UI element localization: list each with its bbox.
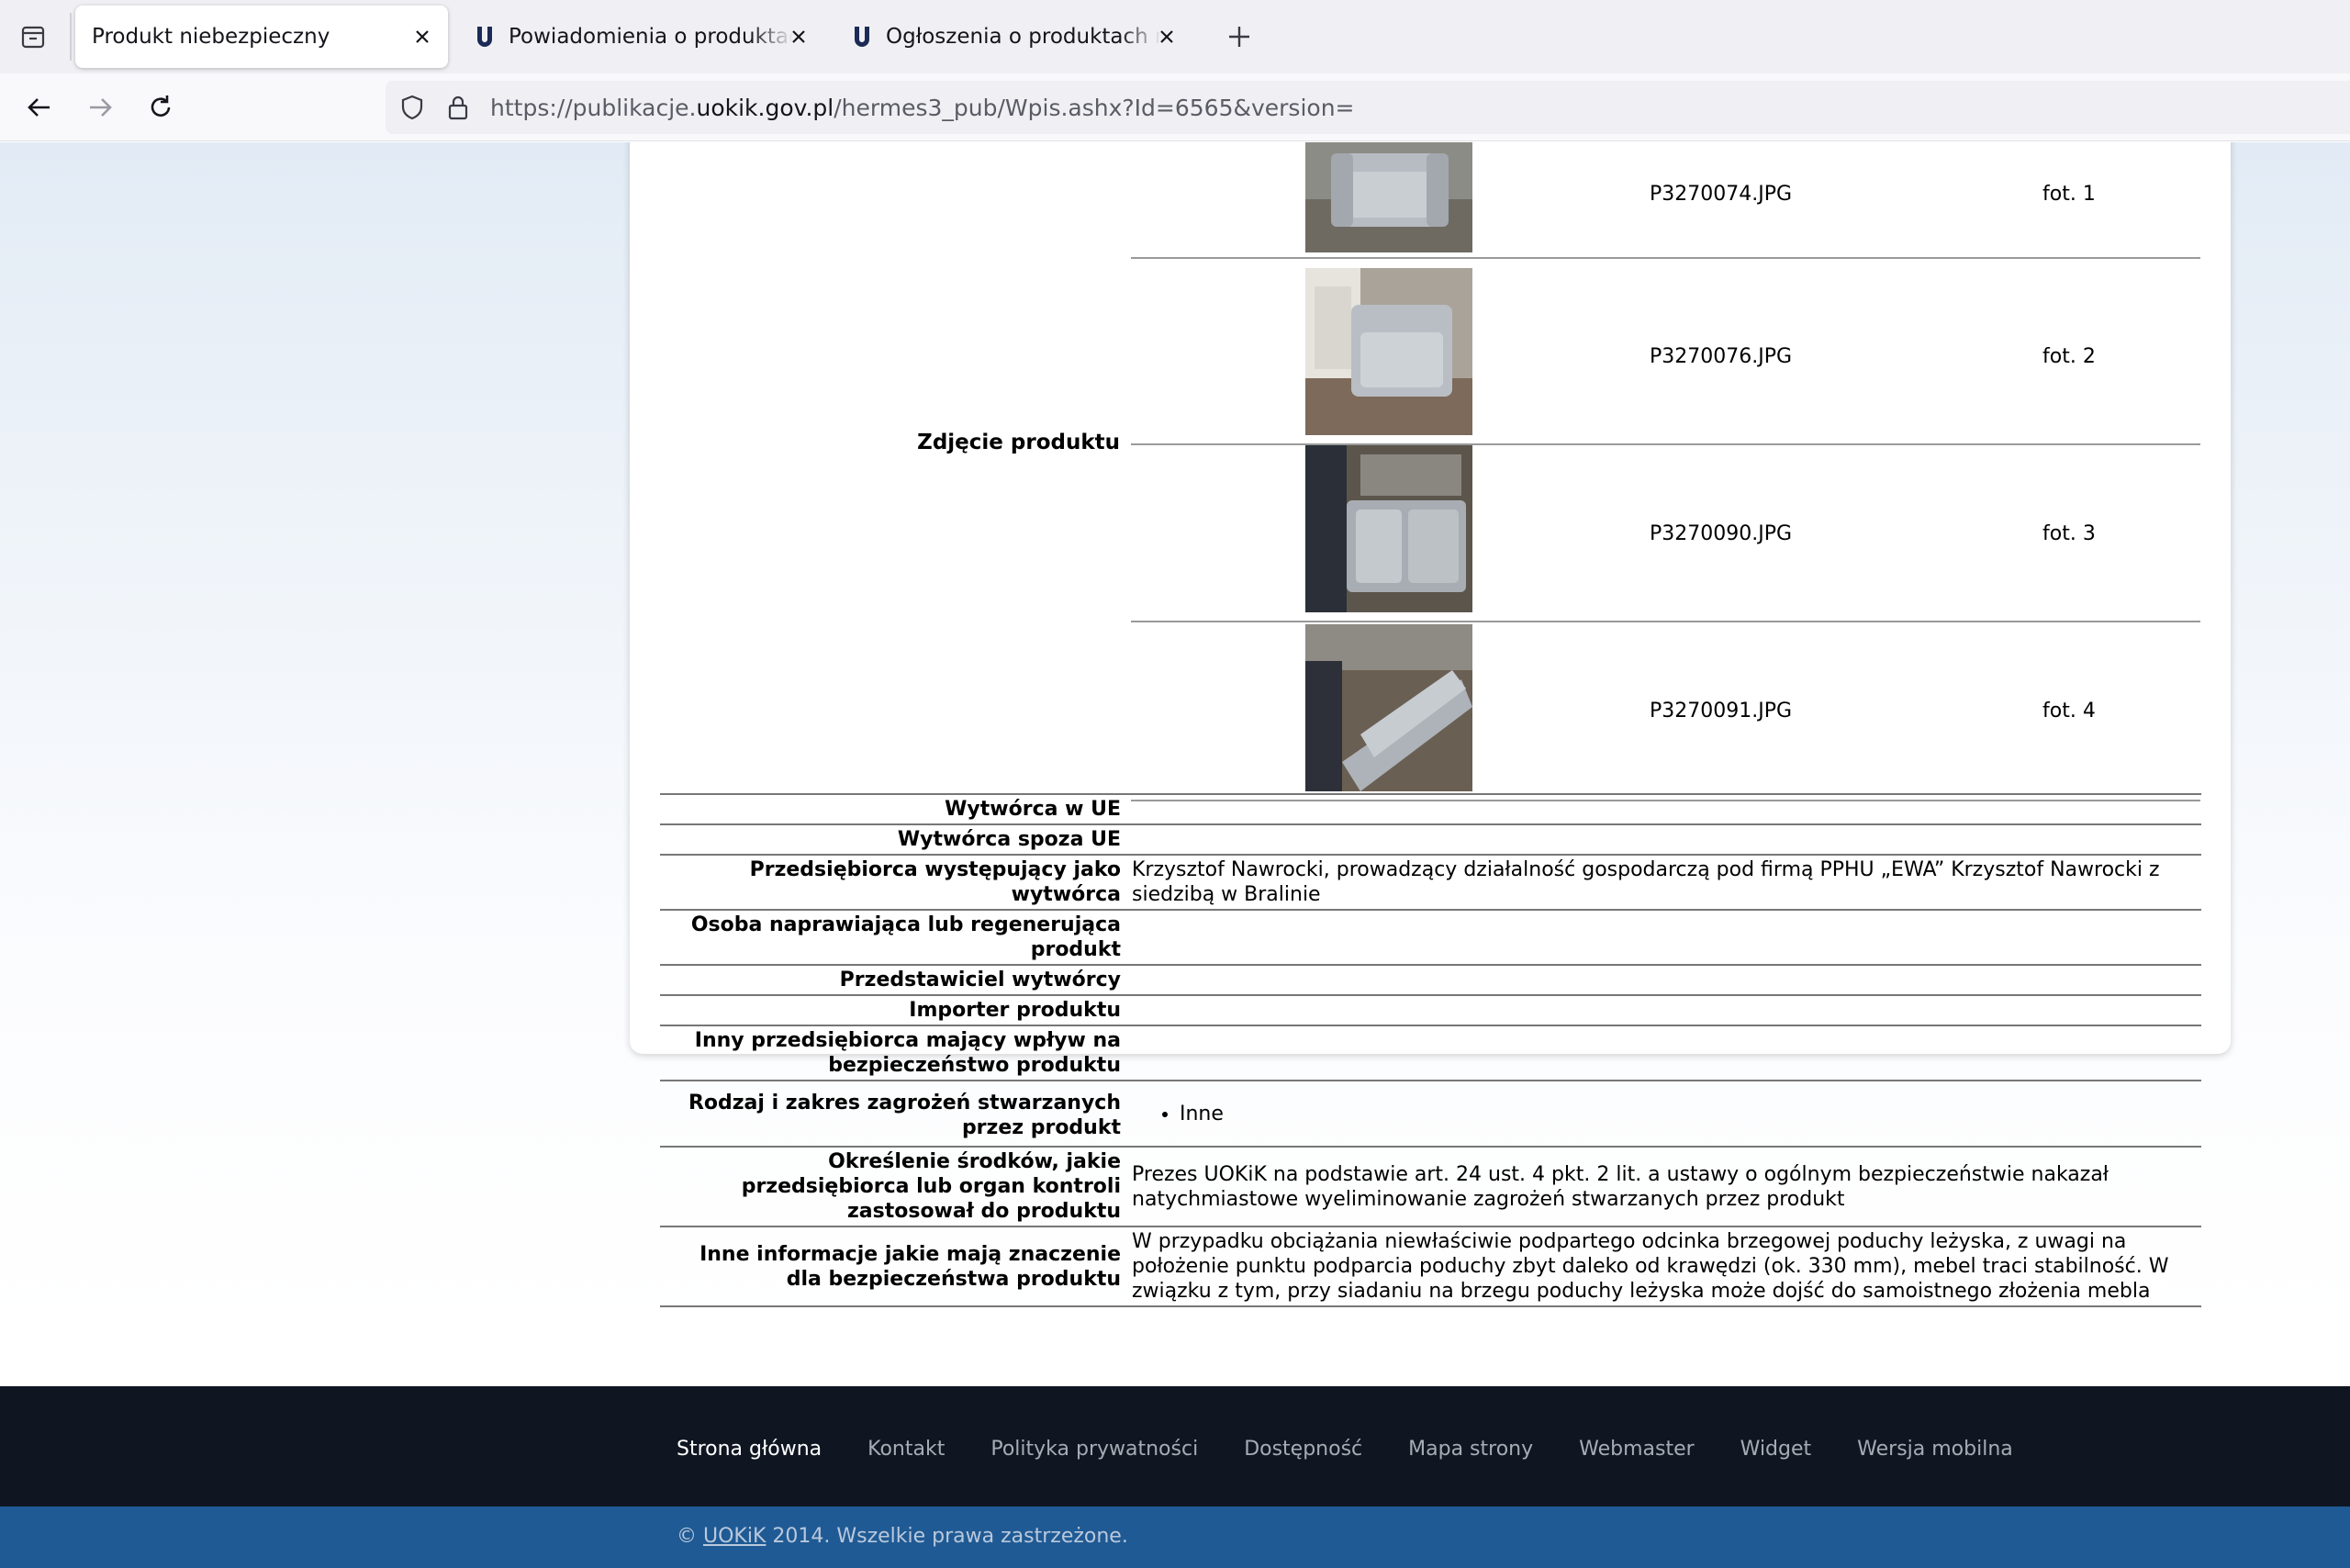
address-bar[interactable]: https://publikacje.uokik.gov.pl/hermes3_…: [386, 81, 2350, 134]
product-photo-thumbnail[interactable]: [1305, 142, 1472, 252]
row-value: Inne: [1130, 1081, 2201, 1148]
tab-separator: [70, 13, 72, 61]
uokik-favicon-icon: [849, 24, 875, 50]
navigation-toolbar: https://publikacje.uokik.gov.pl/hermes3_…: [0, 73, 2350, 141]
tab-title: Produkt niebezpieczny: [92, 25, 330, 49]
tab-list-icon: [21, 26, 45, 49]
table-row: Przedsiębiorca występujący jako wytwórca…: [660, 855, 2201, 911]
tab-powiadomienia[interactable]: Powiadomienia o produktach niebezpieczny…: [472, 6, 811, 68]
row-value: [1130, 965, 2201, 996]
copyright-text: © UOKiK 2014. Wszelkie prawa zastrzeżone…: [677, 1525, 1128, 1548]
table-row: Rodzaj i zakres zagrożeń stwarzanych prz…: [660, 1081, 2201, 1148]
tab-ogloszenia[interactable]: Ogłoszenia o produktach niebezpiecznych: [849, 6, 1189, 68]
footer-link-sitemap[interactable]: Mapa strony: [1408, 1438, 1533, 1461]
copyright-suffix: 2014. Wszelkie prawa zastrzeżone.: [766, 1525, 1128, 1548]
row-label: Wytwórca w UE: [660, 793, 1130, 825]
uokik-link[interactable]: UOKiK: [703, 1525, 766, 1548]
row-value: [1130, 995, 2201, 1026]
photo-filename: P3270074.JPG: [1650, 182, 1793, 206]
copyright-bar: © UOKiK 2014. Wszelkie prawa zastrzeżone…: [0, 1506, 2350, 1568]
product-photo-thumbnail[interactable]: [1305, 445, 1472, 612]
photo-filename: P3270090.JPG: [1650, 522, 1793, 545]
table-row: Osoba naprawiająca lub regenerująca prod…: [660, 910, 2201, 966]
table-row: Importer produktu: [660, 995, 2201, 1026]
row-value: Krzysztof Nawrocki, prowadzący działalno…: [1130, 855, 2201, 911]
product-photo-thumbnail[interactable]: [1305, 268, 1472, 435]
list-item: Inne: [1180, 1102, 2201, 1126]
close-tab-icon[interactable]: [409, 24, 435, 50]
product-details-table: Wytwórca w UE Wytwórca spoza UE Przedsię…: [660, 793, 2201, 1307]
photo-caption: fot. 2: [2042, 345, 2096, 368]
photo-filename: P3270076.JPG: [1650, 345, 1793, 368]
row-value: Prezes UOKiK na podstawie art. 24 ust. 4…: [1130, 1147, 2201, 1227]
copyright-prefix: ©: [677, 1525, 703, 1548]
photo-row: P3270091.JPG fot. 4: [1131, 622, 2200, 801]
shield-icon[interactable]: [398, 94, 426, 125]
row-value: [1130, 910, 2201, 966]
row-value: W przypadku obciążania niewłaściwie podp…: [1130, 1226, 2201, 1307]
row-label: Inny przedsiębiorca mający wpływ na bezp…: [660, 1025, 1130, 1081]
row-value: [1130, 793, 2201, 825]
url-path: /hermes3_pub/Wpis.ashx?Id=6565&version=: [834, 95, 1355, 121]
new-tab-button[interactable]: [1221, 18, 1258, 55]
footer-link-accessibility[interactable]: Dostępność: [1244, 1438, 1362, 1461]
table-row: Wytwórca spoza UE: [660, 824, 2201, 856]
row-label: Wytwórca spoza UE: [660, 824, 1130, 856]
reload-button[interactable]: [140, 86, 182, 129]
footer-link-mobile[interactable]: Wersja mobilna: [1857, 1438, 2013, 1461]
row-value: [1130, 824, 2201, 856]
photo-caption: fot. 4: [2042, 700, 2096, 722]
row-label: Rodzaj i zakres zagrożeń stwarzanych prz…: [660, 1081, 1130, 1148]
row-label: Przedsiębiorca występujący jako wytwórca: [660, 855, 1130, 911]
photo-caption: fot. 1: [2042, 182, 2096, 206]
row-label: Określenie środków, jakie przedsiębiorca…: [660, 1147, 1130, 1227]
url-host: uokik.gov.pl: [696, 95, 834, 121]
footer-link-home[interactable]: Strona główna: [677, 1438, 822, 1461]
tab-list-button[interactable]: [13, 17, 53, 57]
photo-filename: P3270091.JPG: [1650, 700, 1793, 722]
footer-link-webmaster[interactable]: Webmaster: [1579, 1438, 1695, 1461]
row-label: Przedstawiciel wytwórcy: [660, 965, 1130, 996]
table-row: Inny przedsiębiorca mający wpływ na bezp…: [660, 1025, 2201, 1081]
row-label: Osoba naprawiająca lub regenerująca prod…: [660, 910, 1130, 966]
forward-button[interactable]: [79, 86, 121, 129]
photo-row: P3270090.JPG fot. 3: [1131, 445, 2200, 622]
table-row: Określenie środków, jakie przedsiębiorca…: [660, 1147, 2201, 1227]
url-text: https://publikacje.uokik.gov.pl/hermes3_…: [490, 95, 1355, 121]
footer-link-widget[interactable]: Widget: [1740, 1438, 1811, 1461]
url-prefix: https://publikacje.: [490, 95, 697, 121]
photo-row: P3270076.JPG fot. 2: [1131, 268, 2200, 445]
browser-tab-bar: Produkt niebezpieczny Powiadomienia o pr…: [0, 0, 2350, 73]
arrow-left-icon: [28, 98, 50, 117]
close-tab-icon[interactable]: [1154, 24, 1180, 50]
footer-link-contact[interactable]: Kontakt: [867, 1438, 945, 1461]
hazard-list: Inne: [1132, 1102, 2201, 1126]
back-button[interactable]: [18, 86, 61, 129]
tab-title: Ogłoszenia o produktach niebezpiecznych: [886, 25, 1161, 49]
table-row: Inne informacje jakie mają znaczenie dla…: [660, 1226, 2201, 1307]
close-tab-icon[interactable]: [786, 24, 811, 50]
footer-nav: Strona główna Kontakt Polityka prywatnoś…: [677, 1438, 2013, 1461]
row-label: Importer produktu: [660, 995, 1130, 1026]
photo-section-label: Zdjęcie produktu: [917, 431, 1120, 454]
uokik-favicon-icon: [472, 24, 498, 50]
tab-produkt-niebezpieczny[interactable]: Produkt niebezpieczny: [75, 6, 448, 68]
row-divider: [1131, 257, 2200, 259]
table-row: Przedstawiciel wytwórcy: [660, 965, 2201, 996]
row-value: [1130, 1025, 2201, 1081]
photo-caption: fot. 3: [2042, 522, 2096, 545]
plus-icon: [1229, 27, 1249, 47]
lock-icon[interactable]: [444, 94, 472, 125]
reload-icon: [151, 95, 171, 117]
arrow-right-icon: [90, 98, 112, 117]
footer-link-privacy[interactable]: Polityka prywatności: [990, 1438, 1198, 1461]
table-row: Wytwórca w UE: [660, 793, 2201, 825]
tab-title: Powiadomienia o produktach niebezpieczny…: [509, 25, 793, 49]
site-footer: Strona główna Kontakt Polityka prywatnoś…: [0, 1386, 2350, 1506]
page-viewport: Zdjęcie produktu P3270074.JPG fot. 1 P32…: [0, 142, 2350, 1568]
product-photo-thumbnail[interactable]: [1305, 624, 1472, 791]
row-label: Inne informacje jakie mają znaczenie dla…: [660, 1226, 1130, 1307]
